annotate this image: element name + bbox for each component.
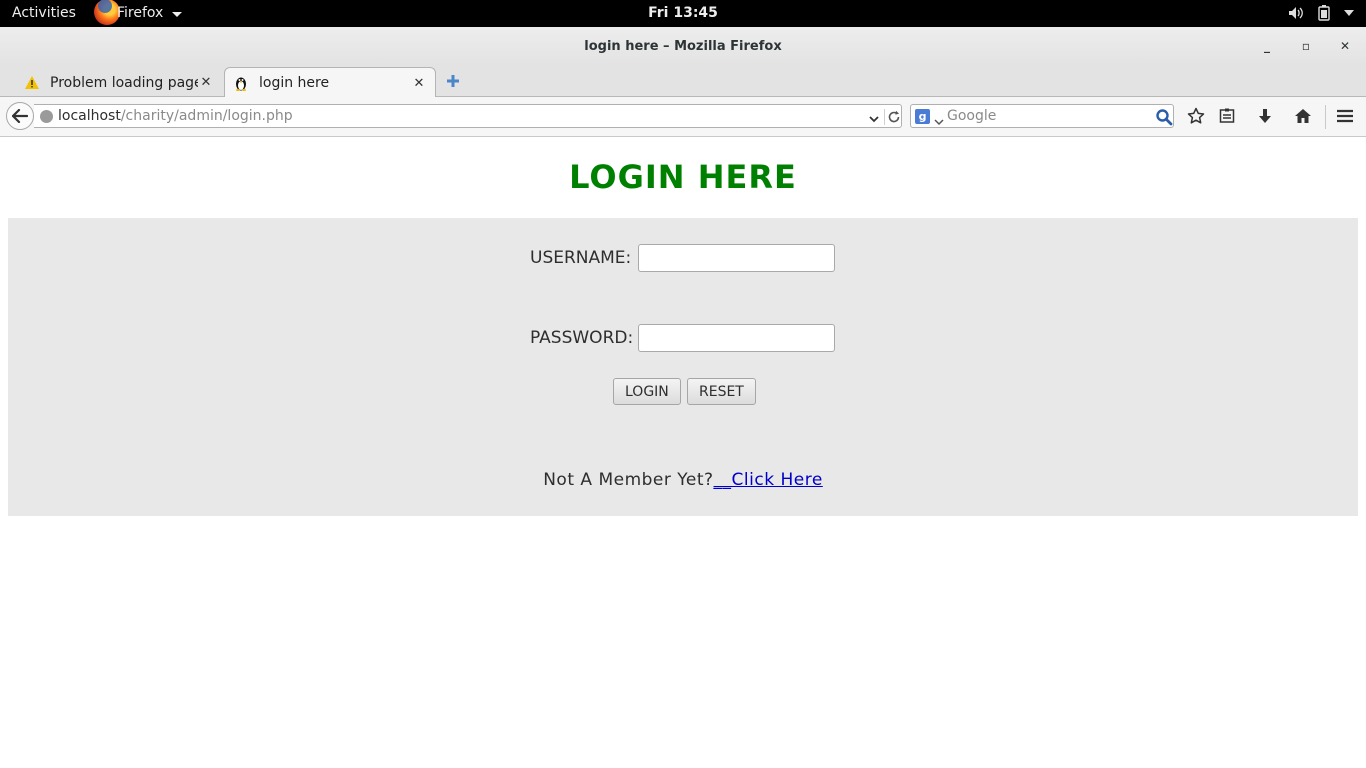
window-title-bar: login here – Mozilla Firefox _ ▫ ✕ [0, 27, 1366, 65]
google-engine-icon[interactable]: g [915, 109, 930, 124]
new-tab-plus-icon[interactable] [445, 73, 461, 89]
window-title: login here – Mozilla Firefox [584, 39, 782, 54]
chevron-down-icon[interactable] [934, 111, 944, 126]
navigation-toolbar: localhost/charity/admin/login.php g [0, 97, 1366, 137]
download-icon[interactable] [1255, 106, 1275, 126]
globe-icon [40, 110, 53, 123]
password-field[interactable] [638, 324, 835, 352]
system-menu-caret-icon [1344, 10, 1354, 16]
minimize-icon[interactable]: _ [1258, 37, 1276, 55]
reset-button[interactable]: RESET [687, 378, 756, 405]
clock[interactable]: Fri 13:45 [0, 5, 1366, 21]
reload-icon[interactable] [884, 109, 900, 125]
search-icon[interactable] [1155, 108, 1173, 126]
page-content: LOGIN HERE USERNAME: PASSWORD: LOGIN RES… [0, 138, 1366, 768]
signup-prompt-text: Not A Member Yet? [543, 470, 714, 490]
search-input[interactable] [947, 107, 1147, 125]
signup-prompt: Not A Member Yet?__Click Here [8, 470, 1358, 490]
back-arrow-icon [12, 109, 28, 123]
search-bar[interactable]: g [910, 104, 1174, 128]
volume-icon [1289, 7, 1303, 19]
system-tray[interactable] [1288, 5, 1354, 21]
chevron-down-icon[interactable] [868, 110, 882, 124]
bookmarks-list-icon[interactable] [1217, 106, 1237, 126]
tux-icon [233, 75, 249, 91]
toolbar-separator [1325, 105, 1326, 129]
hamburger-menu-icon[interactable] [1335, 106, 1355, 126]
url-text[interactable]: localhost/charity/admin/login.php [58, 108, 293, 124]
username-field[interactable] [638, 244, 835, 272]
bookmark-star-icon[interactable] [1186, 106, 1206, 126]
home-icon[interactable] [1293, 106, 1313, 126]
maximize-icon[interactable]: ▫ [1297, 37, 1315, 55]
system-top-bar: Activities Firefox Fri 13:45 [0, 0, 1366, 27]
page-heading: LOGIN HERE [569, 158, 797, 196]
back-button[interactable] [6, 102, 34, 130]
password-label: PASSWORD: [530, 328, 634, 348]
close-tab-icon[interactable]: ✕ [411, 76, 427, 91]
tab-strip: Problem loading page ✕ login here ✕ [0, 65, 1366, 98]
login-form-panel: USERNAME: PASSWORD: LOGIN RESET Not A Me… [8, 218, 1358, 516]
tab-label: login here [259, 75, 330, 91]
close-window-icon[interactable]: ✕ [1336, 37, 1354, 55]
url-bar[interactable]: localhost/charity/admin/login.php [34, 104, 902, 128]
tab-login-here[interactable]: login here ✕ [224, 67, 436, 98]
signup-link[interactable]: __Click Here [714, 470, 823, 490]
tab-label: Problem loading page [50, 74, 198, 91]
username-label: USERNAME: [530, 248, 632, 268]
login-button[interactable]: LOGIN [613, 378, 681, 405]
battery-icon [1318, 5, 1330, 21]
warning-icon [24, 75, 40, 91]
close-tab-icon[interactable]: ✕ [198, 75, 214, 90]
tab-problem-loading[interactable]: Problem loading page ✕ [16, 68, 222, 97]
